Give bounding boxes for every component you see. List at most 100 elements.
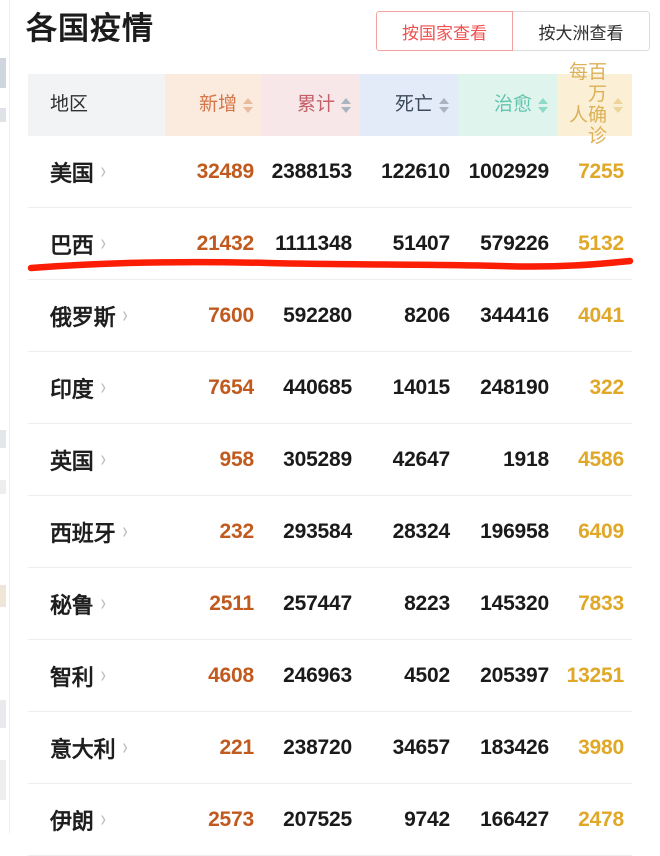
- cell-region[interactable]: 印度 ›: [28, 352, 165, 423]
- value-total: 592280: [283, 303, 352, 327]
- value-permil: 7255: [578, 159, 624, 183]
- region-name: 西班牙: [50, 520, 116, 546]
- cell-total: 238720: [262, 712, 360, 783]
- cell-region[interactable]: 伊朗 ›: [28, 784, 165, 855]
- value-cured: 145320: [480, 591, 549, 615]
- cell-cured: 248190: [458, 352, 557, 423]
- value-death: 9742: [404, 807, 450, 831]
- cell-total: 592280: [262, 280, 360, 351]
- cell-total: 305289: [262, 424, 360, 495]
- chevron-right-icon[interactable]: ›: [101, 590, 106, 616]
- column-header-new-cases[interactable]: 新增: [165, 74, 262, 136]
- cell-death: 34657: [360, 712, 458, 783]
- cell-region[interactable]: 智利 ›: [28, 640, 165, 711]
- value-total: 440685: [283, 375, 352, 399]
- value-add: 7654: [208, 375, 254, 399]
- cell-region[interactable]: 美国 ›: [28, 136, 165, 207]
- page-header: 各国疫情 按国家查看 按大洲查看: [0, 0, 660, 70]
- column-header-total-cases[interactable]: 累计: [262, 74, 360, 136]
- cell-permil: 4586: [557, 424, 632, 495]
- table-row[interactable]: 英国 › 958 305289 42647 1918 4586: [28, 424, 632, 496]
- table-row[interactable]: 美国 › 32489 2388153 122610 1002929 7255: [28, 136, 632, 208]
- cell-region[interactable]: 意大利 ›: [28, 712, 165, 783]
- cell-region[interactable]: 英国 ›: [28, 424, 165, 495]
- cell-death: 28324: [360, 496, 458, 567]
- table-row[interactable]: 秘鲁 › 2511 257447 8223 145320 7833: [28, 568, 632, 640]
- value-death: 42647: [392, 447, 451, 471]
- cell-cured: 344416: [458, 280, 557, 351]
- chevron-right-icon[interactable]: ›: [122, 518, 127, 544]
- region-name: 美国: [50, 160, 94, 186]
- sort-arrows-icon[interactable]: [243, 97, 254, 113]
- page-title: 各国疫情: [26, 11, 154, 46]
- cell-add: 232: [165, 496, 262, 567]
- sort-arrows-icon[interactable]: [341, 97, 352, 113]
- cell-total: 2388153: [262, 136, 360, 207]
- column-header-cases-per-million[interactable]: 每百万 人确诊: [557, 62, 632, 147]
- sort-arrows-icon[interactable]: [613, 97, 624, 113]
- region-name: 意大利: [50, 736, 116, 762]
- value-death: 8206: [404, 303, 450, 327]
- table-row[interactable]: 印度 › 7654 440685 14015 248190 322: [28, 352, 632, 424]
- cell-cured: 145320: [458, 568, 557, 639]
- cell-add: 7600: [165, 280, 262, 351]
- toggle-view-by-continent[interactable]: 按大洲查看: [513, 11, 650, 51]
- chevron-right-icon[interactable]: ›: [101, 662, 106, 688]
- cell-permil: 3980: [557, 712, 632, 783]
- sort-arrows-icon[interactable]: [439, 97, 450, 113]
- chevron-right-icon[interactable]: ›: [101, 446, 106, 472]
- value-permil: 5132: [578, 231, 624, 255]
- cell-total: 1111348: [262, 208, 360, 279]
- cell-total: 440685: [262, 352, 360, 423]
- cell-region[interactable]: 巴西 ›: [28, 208, 165, 279]
- cell-region[interactable]: 秘鲁 ›: [28, 568, 165, 639]
- value-total: 293584: [283, 519, 352, 543]
- value-permil: 4586: [578, 447, 624, 471]
- value-permil: 3980: [578, 735, 624, 759]
- chevron-right-icon[interactable]: ›: [101, 230, 106, 256]
- cell-add: 21432: [165, 208, 262, 279]
- cell-add: 32489: [165, 136, 262, 207]
- region-name: 秘鲁: [50, 592, 94, 618]
- cell-total: 246963: [262, 640, 360, 711]
- chevron-right-icon[interactable]: ›: [101, 806, 106, 832]
- cell-death: 9742: [360, 784, 458, 855]
- cell-death: 4502: [360, 640, 458, 711]
- value-total: 207525: [283, 807, 352, 831]
- value-add: 7600: [208, 303, 254, 327]
- chevron-right-icon[interactable]: ›: [101, 374, 106, 400]
- toggle-view-by-country[interactable]: 按国家查看: [376, 11, 513, 51]
- chevron-right-icon[interactable]: ›: [122, 302, 127, 328]
- column-header-deaths[interactable]: 死亡: [360, 74, 458, 136]
- value-total: 305289: [283, 447, 352, 471]
- epidemic-table: 地区 新增 累计 死亡 治愈 每百万 人确诊 美国 › 32489 2388153 12…: [28, 62, 632, 856]
- value-death: 34657: [392, 735, 451, 759]
- value-permil: 2478: [578, 807, 624, 831]
- value-death: 8223: [404, 591, 450, 615]
- table-row[interactable]: 西班牙 › 232 293584 28324 196958 6409: [28, 496, 632, 568]
- table-row[interactable]: 俄罗斯 › 7600 592280 8206 344416 4041: [28, 280, 632, 352]
- chevron-right-icon[interactable]: ›: [101, 158, 106, 184]
- table-row[interactable]: 意大利 › 221 238720 34657 183426 3980: [28, 712, 632, 784]
- chevron-right-icon[interactable]: ›: [122, 734, 127, 760]
- cell-death: 42647: [360, 424, 458, 495]
- value-death: 28324: [392, 519, 451, 543]
- value-cured: 205397: [480, 663, 549, 687]
- value-death: 51407: [392, 231, 451, 255]
- column-header-recovered[interactable]: 治愈: [458, 74, 557, 136]
- cell-total: 257447: [262, 568, 360, 639]
- cell-add: 4608: [165, 640, 262, 711]
- value-add: 2511: [209, 591, 254, 615]
- value-add: 32489: [196, 159, 255, 183]
- sort-arrows-icon[interactable]: [538, 97, 549, 113]
- table-row[interactable]: 智利 › 4608 246963 4502 205397 13251: [28, 640, 632, 712]
- table-row[interactable]: 巴西 › 21432 1111348 51407 579226 5132: [28, 208, 632, 280]
- value-cured: 166427: [480, 807, 549, 831]
- table-row[interactable]: 伊朗 › 2573 207525 9742 166427 2478: [28, 784, 632, 856]
- cell-death: 51407: [360, 208, 458, 279]
- cell-region[interactable]: 俄罗斯 ›: [28, 280, 165, 351]
- cell-region[interactable]: 西班牙 ›: [28, 496, 165, 567]
- cell-cured: 205397: [458, 640, 557, 711]
- value-death: 14015: [392, 375, 451, 399]
- cell-cured: 579226: [458, 208, 557, 279]
